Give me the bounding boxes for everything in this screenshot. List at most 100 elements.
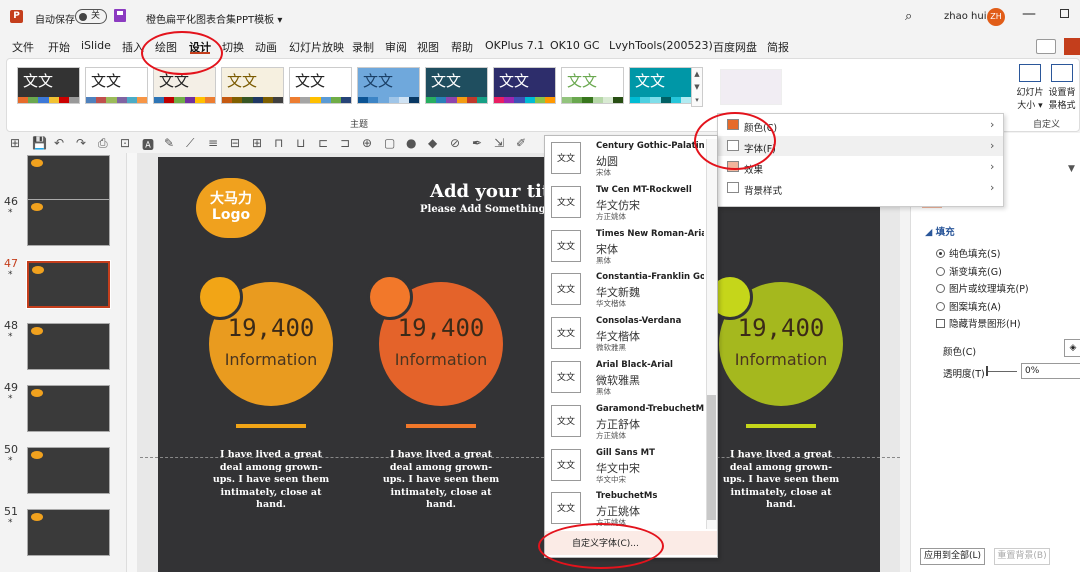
info-body-text[interactable]: I have lived a great deal among grown-up… [381, 449, 501, 512]
tab-7[interactable]: 动画 [255, 39, 277, 55]
theme-thumbnail[interactable]: 文文 [561, 67, 624, 104]
slide-title[interactable]: Add your titl [430, 181, 557, 202]
toolbar-icon[interactable]: ⇲ [494, 136, 504, 150]
slide-thumbnail[interactable] [27, 199, 110, 246]
slide-subtitle[interactable]: Please Add Something [420, 204, 546, 215]
transparency-input[interactable]: 0% [1021, 363, 1080, 379]
info-label[interactable]: Information [209, 350, 333, 369]
slide-thumbnail[interactable] [27, 323, 110, 370]
fill-radio-option[interactable]: 渐变填充(G) [936, 264, 1002, 278]
theme-thumbnail[interactable]: 文文 [493, 67, 556, 104]
minimize-button[interactable]: — [1022, 6, 1036, 22]
logo-shape[interactable]: 大马力 Logo [196, 178, 266, 238]
toolbar-icon[interactable]: ⊡ [120, 136, 130, 150]
variant-thumbnail[interactable] [720, 69, 782, 105]
theme-gallery-scroll[interactable]: ▲ ▼ ▾ [691, 67, 703, 107]
toolbar-icon[interactable]: ≡ [208, 136, 218, 150]
tab-0[interactable]: 文件 [12, 39, 34, 55]
font-theme-item[interactable]: 文文 Arial Black-Arial 微软雅黑 黑体 [550, 357, 705, 401]
toolbar-icon[interactable]: ↷ [76, 136, 86, 150]
tab-6[interactable]: 切换 [222, 39, 244, 55]
tab-11[interactable]: 视图 [417, 39, 439, 55]
tab-12[interactable]: 帮助 [451, 39, 473, 55]
toolbar-icon[interactable]: ⊕ [362, 136, 372, 150]
font-theme-item[interactable]: 文文 Century Gothic-Palatin... 幼圆 宋体 [550, 138, 705, 182]
transparency-slider[interactable] [987, 371, 1017, 372]
toolbar-icon[interactable]: ◆ [428, 136, 437, 150]
info-value[interactable]: 19,400 [209, 314, 333, 342]
hide-background-checkbox[interactable]: 隐藏背景图形(H) [936, 316, 1021, 330]
toolbar-icon[interactable]: ✎ [164, 136, 174, 150]
font-theme-item[interactable]: 文文 Consolas-Verdana 华文楷体 微软雅黑 [550, 313, 705, 357]
info-value[interactable]: 19,400 [719, 314, 843, 342]
editor-scrollbar[interactable] [900, 153, 910, 572]
format-background-button[interactable]: 设置背景格式 [1047, 64, 1077, 111]
restore-button[interactable] [1060, 9, 1069, 18]
toolbar-icon[interactable]: ✐ [516, 136, 526, 150]
info-body-text[interactable]: I have lived a great deal among grown-up… [211, 449, 331, 512]
toolbar-icon[interactable]: 🅰 [142, 136, 154, 153]
save-icon[interactable] [114, 9, 126, 22]
toolbar-icon[interactable]: ⊞ [252, 136, 262, 150]
tab-16[interactable]: 百度网盘 [713, 39, 757, 55]
toolbar-icon[interactable]: ⊐ [340, 136, 350, 150]
tab-13[interactable]: OKPlus 7.1 [485, 39, 544, 52]
comments-button[interactable] [1036, 39, 1056, 54]
font-theme-item[interactable]: 文文 Tw Cen MT-Rockwell 华文仿宋 方正姚体 [550, 182, 705, 226]
theme-thumbnail[interactable]: 文文 [425, 67, 488, 104]
pane-options-button[interactable]: ▼ [1068, 164, 1075, 174]
toolbar-icon[interactable]: ↶ [54, 136, 64, 150]
theme-thumbnail[interactable]: 文文 [289, 67, 352, 104]
tab-17[interactable]: 简报 [767, 39, 789, 55]
info-label[interactable]: Information [379, 350, 503, 369]
info-underline[interactable] [746, 424, 816, 428]
transparency-slider-handle[interactable] [986, 366, 988, 376]
toolbar-icon[interactable]: ⊘ [450, 136, 460, 150]
autosave-toggle[interactable]: 关 [75, 9, 107, 24]
fill-section-header[interactable]: ◢ 填充 [925, 224, 955, 238]
apply-to-all-button[interactable]: 应用到全部(L) [920, 548, 985, 565]
tab-15[interactable]: LvyhTools(200523) [609, 39, 713, 52]
toolbar-icon[interactable]: ⊏ [318, 136, 328, 150]
theme-thumbnail[interactable]: 文文 [17, 67, 80, 104]
toolbar-icon[interactable]: ▢ [384, 136, 395, 150]
slide-thumbnail[interactable] [27, 447, 110, 494]
toolbar-icon[interactable]: ⎙ [98, 136, 108, 151]
reset-background-button[interactable]: 重置背景(B) [994, 548, 1050, 565]
info-label[interactable]: Information [719, 350, 843, 369]
search-icon[interactable]: ⌕ [905, 9, 912, 24]
tab-2[interactable]: iSlide [81, 39, 111, 52]
slide-size-button[interactable]: 幻灯片大小 ▾ [1015, 64, 1045, 111]
slide-thumbnail[interactable] [27, 509, 110, 556]
info-underline[interactable] [236, 424, 306, 428]
font-list-scroll-thumb[interactable] [707, 395, 716, 520]
slide-thumbnail[interactable] [26, 260, 111, 309]
tab-9[interactable]: 录制 [352, 39, 374, 55]
info-body-text[interactable]: I have lived a great deal among grown-up… [721, 449, 841, 512]
tab-1[interactable]: 开始 [48, 39, 70, 55]
fill-radio-option[interactable]: 纯色填充(S) [936, 246, 1000, 260]
toolbar-icon[interactable]: ⊓ [274, 136, 283, 150]
toolbar-icon[interactable]: ⟋ [186, 136, 194, 151]
font-theme-item[interactable]: 文文 Garamond-TrebuchetMs 方正舒体 方正姚体 [550, 401, 705, 445]
font-theme-item[interactable]: 文文 Gill Sans MT 华文中宋 华文中宋 [550, 445, 705, 489]
thumbnail-scrollbar[interactable] [126, 153, 137, 572]
font-theme-item[interactable]: 文文 Constantia-Franklin Go... 华文新魏 华文楷体 [550, 269, 705, 313]
color-picker-button[interactable]: ◈ [1064, 339, 1080, 357]
theme-thumbnail[interactable]: 文文 [357, 67, 420, 104]
toolbar-icon[interactable]: 💾 [32, 136, 47, 150]
toolbar-icon[interactable]: ✒ [472, 136, 482, 150]
slide-thumbnail[interactable] [27, 155, 110, 202]
fill-radio-option[interactable]: 图案填充(A) [936, 299, 1001, 313]
theme-thumbnail[interactable]: 文文 [629, 67, 692, 104]
slide-thumbnail[interactable] [27, 385, 110, 432]
font-theme-item[interactable]: 文文 Times New Roman-Arial 宋体 黑体 [550, 226, 705, 270]
info-underline[interactable] [406, 424, 476, 428]
avatar[interactable]: ZH [987, 8, 1005, 26]
toolbar-icon[interactable]: ● [406, 136, 416, 150]
document-title[interactable]: 橙色扁平化图表合集PPT模板 ▾ [146, 11, 282, 26]
info-value[interactable]: 19,400 [379, 314, 503, 342]
toolbar-icon[interactable]: ⊔ [296, 136, 305, 150]
toolbar-icon[interactable]: ⊟ [230, 136, 240, 150]
user-name[interactable]: zhao hui [944, 11, 986, 22]
